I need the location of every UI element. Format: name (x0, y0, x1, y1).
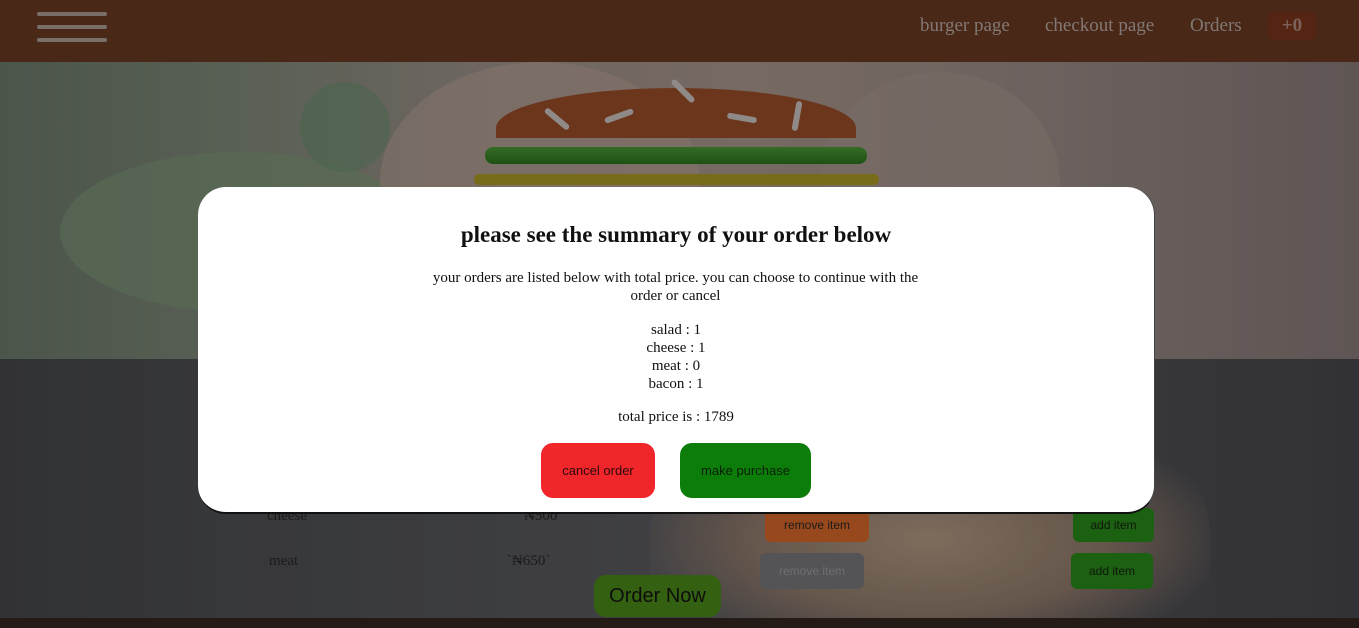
total-price: total price is : 1789 (618, 409, 734, 425)
summary-item-salad: salad : 1 (651, 322, 701, 338)
modal-title: please see the summary of your order bel… (460, 222, 892, 247)
order-summary-modal: please see the summary of your order bel… (198, 187, 1155, 514)
order-summary-list: salad : 1 cheese : 1 meat : 0 bacon : 1 (198, 321, 1154, 393)
cancel-order-button[interactable]: cancel order (541, 443, 655, 498)
modal-description: your orders are listed below with total … (432, 270, 919, 304)
make-purchase-button[interactable]: make purchase (680, 443, 811, 498)
summary-item-bacon: bacon : 1 (648, 376, 704, 392)
summary-item-meat: meat : 0 (651, 358, 701, 374)
summary-item-cheese: cheese : 1 (646, 340, 706, 356)
